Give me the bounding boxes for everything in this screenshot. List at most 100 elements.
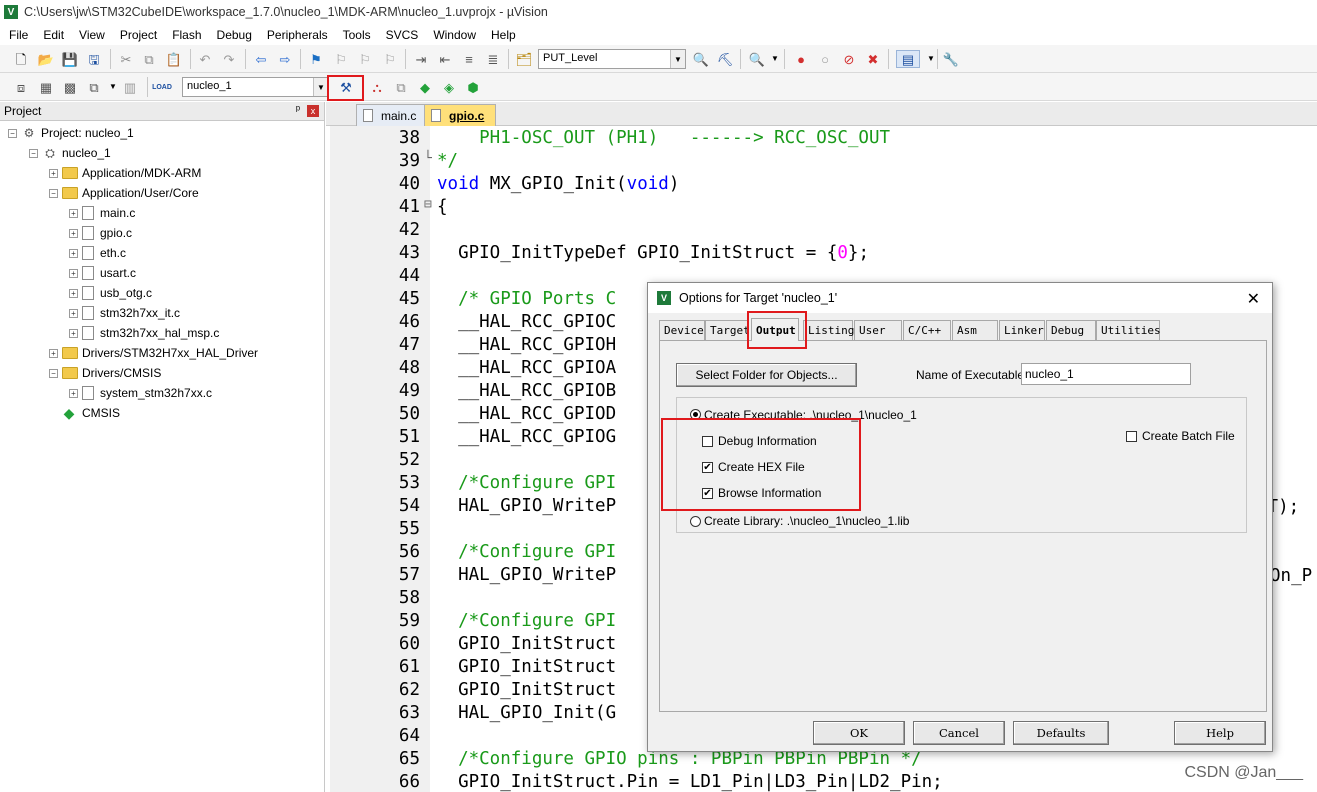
- tree-item-file[interactable]: + usb_otg.c: [69, 283, 152, 303]
- menu-edit[interactable]: Edit: [36, 28, 72, 42]
- expand-icon[interactable]: +: [49, 168, 58, 178]
- tree-item-group[interactable]: − Application/User/Core: [49, 183, 199, 203]
- chevron-down-icon[interactable]: ▼: [766, 50, 784, 68]
- kill-breakpoints-icon[interactable]: ✖: [864, 50, 882, 68]
- tree-item-project[interactable]: − ⚙ Project: nucleo_1: [8, 123, 134, 143]
- prev-bookmark-icon[interactable]: ⚐: [332, 50, 350, 68]
- rebuild-icon[interactable]: ▩: [61, 78, 79, 96]
- find-in-files-icon[interactable]: 🗂: [515, 50, 533, 68]
- tree-item-group[interactable]: − Drivers/CMSIS: [49, 363, 161, 383]
- expand-icon[interactable]: +: [69, 208, 78, 218]
- expand-icon[interactable]: +: [69, 328, 78, 338]
- create-batch-file-checkbox[interactable]: [1126, 431, 1137, 442]
- window-layout-icon[interactable]: ▤: [896, 50, 920, 68]
- tree-item-file[interactable]: + eth.c: [69, 243, 126, 263]
- help-button[interactable]: Help: [1174, 721, 1266, 745]
- redo-icon[interactable]: ↷: [220, 50, 238, 68]
- tab-device[interactable]: Device: [659, 320, 705, 340]
- unindent-icon[interactable]: ⇤: [436, 50, 454, 68]
- menu-window[interactable]: Window: [426, 28, 484, 42]
- nav-back-icon[interactable]: ⇦: [252, 50, 270, 68]
- tree-item-target[interactable]: − ⛭ nucleo_1: [29, 143, 111, 163]
- fold-marker[interactable]: └: [424, 151, 434, 166]
- translate-icon[interactable]: ⧈: [12, 78, 30, 96]
- close-icon[interactable]: ✕: [1247, 289, 1260, 309]
- tree-item-file[interactable]: + main.c: [69, 203, 135, 223]
- configure-icon[interactable]: 🔧: [942, 50, 960, 68]
- ok-button[interactable]: OK: [813, 721, 905, 745]
- nav-forward-icon[interactable]: ⇨: [276, 50, 294, 68]
- open-folder-icon[interactable]: 📂: [37, 50, 55, 68]
- tree-item-file[interactable]: + stm32h7xx_hal_msp.c: [69, 323, 219, 343]
- chevron-down-icon[interactable]: ▼: [670, 50, 685, 68]
- expand-icon[interactable]: +: [49, 348, 58, 358]
- expand-icon[interactable]: +: [69, 388, 78, 398]
- tab-asm[interactable]: Asm: [952, 320, 998, 340]
- manage-multi-project-icon[interactable]: ⧉: [392, 78, 410, 96]
- expand-icon[interactable]: +: [69, 288, 78, 298]
- incremental-find-icon[interactable]: ⛏: [716, 50, 734, 68]
- build-icon[interactable]: ▦: [37, 78, 55, 96]
- cancel-button[interactable]: Cancel: [913, 721, 1005, 745]
- tree-item-group[interactable]: + Drivers/STM32H7xx_HAL_Driver: [49, 343, 258, 363]
- menu-help[interactable]: Help: [484, 28, 524, 42]
- pack-installer-icon[interactable]: ⬢: [464, 78, 482, 96]
- menu-debug[interactable]: Debug: [210, 28, 260, 42]
- tab-c-cpp[interactable]: C/C++: [903, 320, 951, 340]
- tree-item-component[interactable]: ◆ CMSIS: [62, 403, 120, 423]
- manage-run-time-environment-icon[interactable]: ◆: [416, 78, 434, 96]
- tab-utilities[interactable]: Utilities: [1096, 320, 1161, 340]
- expand-icon[interactable]: +: [69, 308, 78, 318]
- collapse-icon[interactable]: −: [49, 188, 58, 198]
- find-icon[interactable]: 🔍: [692, 50, 710, 68]
- expand-icon[interactable]: +: [69, 268, 78, 278]
- tree-item-file[interactable]: + gpio.c: [69, 223, 132, 243]
- tree-item-file[interactable]: + stm32h7xx_it.c: [69, 303, 180, 323]
- pin-icon[interactable]: ᵖ: [296, 104, 300, 116]
- collapse-icon[interactable]: −: [49, 368, 58, 378]
- menu-file[interactable]: File: [2, 28, 36, 42]
- menu-view[interactable]: View: [72, 28, 113, 42]
- tree-item-group[interactable]: + Application/MDK-ARM: [49, 163, 201, 183]
- create-library-radio[interactable]: [690, 516, 701, 527]
- menu-peripherals[interactable]: Peripherals: [260, 28, 336, 42]
- select-software-packs-icon[interactable]: ◈: [440, 78, 458, 96]
- collapse-icon[interactable]: −: [8, 128, 17, 138]
- uncomment-icon[interactable]: ≣: [484, 50, 502, 68]
- tree-item-file[interactable]: + system_stm32h7xx.c: [69, 383, 212, 403]
- tab-listing[interactable]: Listing: [803, 320, 854, 340]
- next-bookmark-icon[interactable]: ⚐: [356, 50, 374, 68]
- paste-icon[interactable]: 📋: [165, 50, 183, 68]
- manage-project-items-icon[interactable]: ⛬: [368, 78, 386, 96]
- tab-target[interactable]: Target: [705, 320, 750, 340]
- breakpoint-icon[interactable]: ●: [792, 50, 810, 68]
- fold-marker[interactable]: ⊟: [424, 197, 434, 212]
- save-all-icon[interactable]: 🖫: [85, 50, 103, 68]
- disable-breakpoint-icon[interactable]: ○: [816, 50, 834, 68]
- expand-icon[interactable]: +: [69, 248, 78, 258]
- collapse-icon[interactable]: −: [29, 148, 38, 158]
- indent-icon[interactable]: ⇥: [412, 50, 430, 68]
- chevron-down-icon[interactable]: ▼: [104, 78, 122, 96]
- close-icon[interactable]: x: [307, 105, 319, 117]
- expand-icon[interactable]: +: [69, 228, 78, 238]
- tree-item-file[interactable]: + usart.c: [69, 263, 136, 283]
- download-icon[interactable]: LOAD: [152, 78, 172, 96]
- tab-gpio-c[interactable]: gpio.c: [424, 104, 496, 126]
- batch-build-icon[interactable]: ⧉: [85, 78, 103, 96]
- name-of-executable-input[interactable]: nucleo_1: [1021, 363, 1191, 385]
- new-file-icon[interactable]: 🗋: [12, 50, 30, 68]
- save-icon[interactable]: 💾: [61, 50, 79, 68]
- debug-session-icon[interactable]: 🔍: [748, 50, 766, 68]
- tab-user[interactable]: User: [854, 320, 902, 340]
- bookmark-icon[interactable]: ⚑: [307, 50, 325, 68]
- undo-icon[interactable]: ↶: [196, 50, 214, 68]
- menu-tools[interactable]: Tools: [336, 28, 379, 42]
- menu-svcs[interactable]: SVCS: [379, 28, 427, 42]
- find-combo[interactable]: PUT_Level ▼: [538, 49, 686, 69]
- stop-build-icon[interactable]: ▥: [121, 78, 139, 96]
- clear-bookmarks-icon[interactable]: ⚐: [381, 50, 399, 68]
- disable-all-breakpoints-icon[interactable]: ⊘: [840, 50, 858, 68]
- menu-project[interactable]: Project: [113, 28, 165, 42]
- defaults-button[interactable]: Defaults: [1013, 721, 1109, 745]
